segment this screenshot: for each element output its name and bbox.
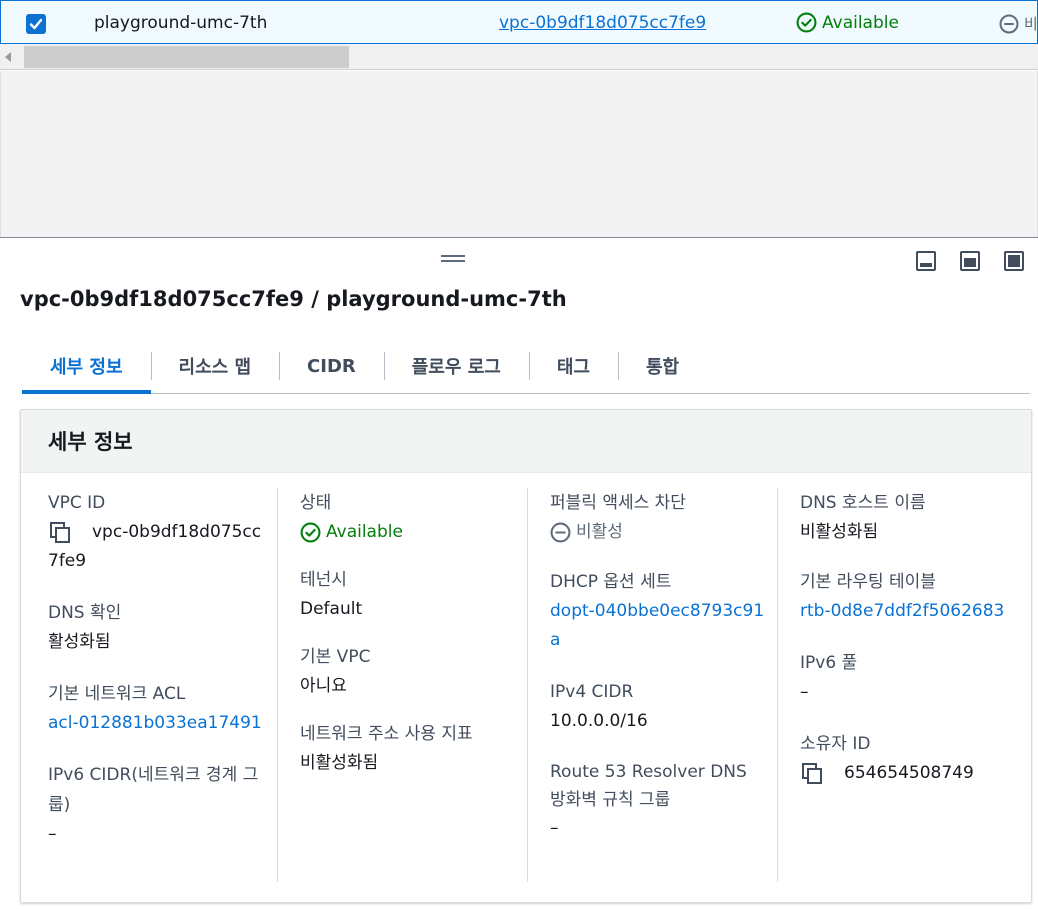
ipv6-pool-value: – [800,682,809,702]
tab-details[interactable]: 세부 정보 [22,340,151,394]
kv-vpc-id: VPC ID vpc-0b9df18d075cc7fe9 [48,488,267,576]
kv-network-usage: 네트워크 주소 사용 지표 비활성화됨 [300,719,517,778]
scroll-left-arrow-icon[interactable] [5,52,11,62]
network-acl-label: 기본 네트워크 ACL [48,684,186,704]
panel-full-icon[interactable] [1004,251,1024,271]
table-row-selected[interactable]: playground-umc-7th vpc-0b9df18d075cc7fe9… [0,0,1038,44]
ipv4-cidr-value: 10.0.0.0/16 [550,711,648,731]
network-usage-value: 비활성화됨 [300,753,379,773]
panel-side-icon[interactable] [960,251,980,271]
network-usage-label: 네트워크 주소 사용 지표 [300,724,473,744]
drag-handle-icon[interactable] [441,255,465,265]
ipv6-cidr-label: IPv6 CIDR(네트워크 경계 그룹) [48,765,259,815]
block-public-value-label: 비활성 [576,522,623,542]
kv-ipv6-pool: IPv6 풀 – [800,648,1021,707]
kv-ipv6-cidr: IPv6 CIDR(네트워크 경계 그룹) – [48,760,267,849]
kv-route53-firewall: Route 53 Resolver DNS 방화벽 규칙 그룹 – [550,758,767,843]
block-public-value: 비활성 [550,518,767,547]
block-public-label: 퍼블릭 액세스 차단 [550,493,686,513]
details-column-4: DNS 호스트 이름 비활성화됨 기본 라우팅 테이블 rtb-0d8e7ddf… [777,488,1031,882]
default-vpc-label: 기본 VPC [300,647,371,667]
ipv6-cidr-value: – [48,824,57,844]
state-value-label: Available [326,522,403,542]
tenancy-label: 테넌시 [300,570,347,590]
state-label: 상태 [300,493,332,513]
tab-resource-map[interactable]: 리소스 맵 [150,340,280,392]
dhcp-label: DHCP 옵션 세트 [550,572,672,592]
kv-block-public-access: 퍼블릭 액세스 차단 비활성 [550,488,767,547]
panel-position-controls [916,251,1024,271]
ipv4-cidr-label: IPv4 CIDR [550,682,634,702]
dns-resolution-value: 활성화됨 [48,632,111,652]
tab-cidr[interactable]: CIDR [279,340,384,392]
status-disabled-icon [999,14,1019,33]
kv-owner-id: 소유자 ID 654654508749 [800,729,1021,788]
row-next-column: 비 [999,13,1038,34]
row-status-label: Available [822,12,899,33]
dns-hostnames-label: DNS 호스트 이름 [800,493,926,513]
dns-resolution-label: DNS 확인 [48,603,122,623]
table-empty-area [0,71,1038,237]
details-column-2: 상태 Available 테넌시 Default 기본 VPC 아니요 네트워크… [277,488,527,882]
row-vpc-id-link[interactable]: vpc-0b9df18d075cc7fe9 [499,13,706,33]
route53-label: Route 53 Resolver DNS 방화벽 규칙 그룹 [550,762,747,810]
network-acl-link[interactable]: acl-012881b033ea17491 [48,709,267,738]
tab-tags[interactable]: 태그 [528,340,618,392]
main-route-table-link[interactable]: rtb-0d8e7ddf2f5062683 [800,597,1021,626]
kv-ipv4-cidr: IPv4 CIDR 10.0.0.0/16 [550,677,767,736]
panel-bottom-icon[interactable] [916,251,936,271]
tab-list: 세부 정보 리소스 맵 CIDR 플로우 로그 태그 통합 [22,340,1030,394]
kv-network-acl: 기본 네트워크 ACL acl-012881b033ea17491 [48,679,267,738]
route53-value: – [550,818,559,838]
status-available-icon [300,522,321,543]
copy-icon[interactable] [48,518,82,547]
status-available-icon [796,12,817,33]
kv-dns-resolution: DNS 확인 활성화됨 [48,598,267,657]
status-disabled-icon [550,522,571,543]
details-header: 세부 정보 [21,410,1031,473]
details-columns: VPC ID vpc-0b9df18d075cc7fe9 DNS 확인 활성화됨… [21,488,1031,882]
ipv6-pool-label: IPv6 풀 [800,653,858,673]
owner-id-label: 소유자 ID [800,734,871,754]
tab-flow-logs[interactable]: 플로우 로그 [383,340,529,392]
scrollbar-thumb[interactable] [24,46,349,68]
panel-title: vpc-0b9df18d075cc7fe9 / playground-umc-7… [20,287,567,311]
kv-dns-hostnames: DNS 호스트 이름 비활성화됨 [800,488,1021,547]
row-status: Available [796,12,899,33]
details-column-3: 퍼블릭 액세스 차단 비활성 DHCP 옵션 세트 dopt-040bbe0ec… [527,488,777,882]
default-vpc-value: 아니요 [300,676,347,696]
checkbox-checked-icon[interactable] [26,14,46,34]
kv-dhcp: DHCP 옵션 세트 dopt-040bbe0ec8793c91a [550,567,767,655]
state-value: Available [300,518,517,547]
kv-state: 상태 Available [300,488,517,547]
vpc-id-label: VPC ID [48,493,106,513]
details-container: 세부 정보 VPC ID vpc-0b9df18d075cc7fe9 DNS 확… [20,409,1032,903]
dhcp-link[interactable]: dopt-040bbe0ec8793c91a [550,597,767,655]
dns-hostnames-value: 비활성화됨 [800,522,879,542]
tenancy-value: Default [300,599,363,619]
kv-tenancy: 테넌시 Default [300,565,517,624]
split-panel-divider [0,237,1038,238]
kv-main-route-table: 기본 라우팅 테이블 rtb-0d8e7ddf2f5062683 [800,567,1021,626]
kv-default-vpc: 기본 VPC 아니요 [300,642,517,701]
details-column-1: VPC ID vpc-0b9df18d075cc7fe9 DNS 확인 활성화됨… [21,488,277,882]
main-route-table-label: 기본 라우팅 테이블 [800,572,936,592]
owner-id-value: 654654508749 [844,763,974,783]
row-vpc-name: playground-umc-7th [94,13,268,33]
horizontal-scrollbar[interactable] [0,44,1038,70]
copy-icon[interactable] [800,759,834,788]
row-next-label: 비 [1024,15,1038,33]
tab-integrations[interactable]: 통합 [617,340,707,392]
